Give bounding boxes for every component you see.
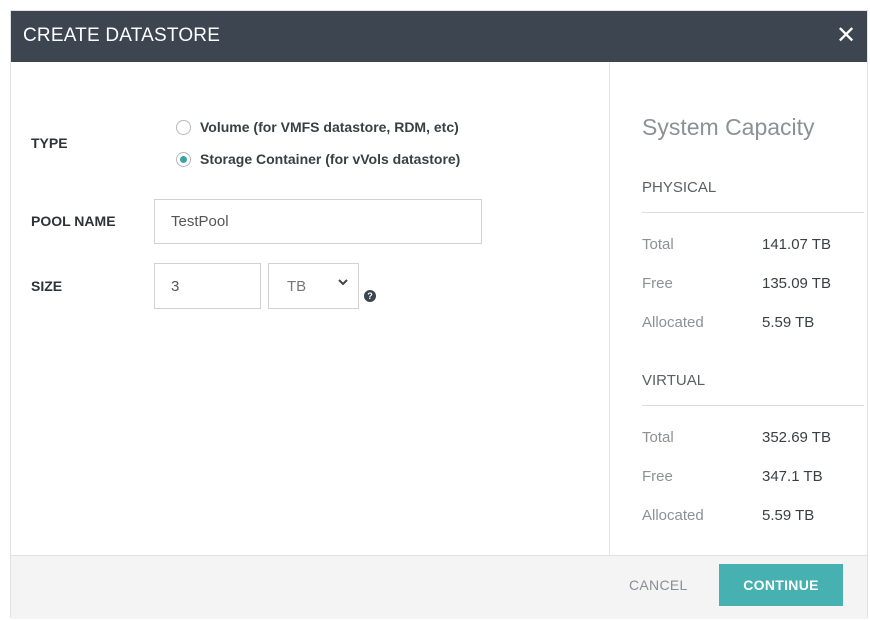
radio-option-storage-container[interactable]: Storage Container (for vVols datastore) — [176, 151, 460, 167]
size-value: 3 — [171, 277, 180, 295]
radio-storage-container[interactable] — [176, 151, 191, 167]
dialog-footer: CANCEL CONTINUE — [11, 555, 867, 619]
virtual-free-value: 347.1 TB — [762, 468, 823, 485]
help-icon[interactable]: ? — [364, 290, 376, 302]
cancel-button[interactable]: CANCEL — [629, 577, 688, 593]
pool-name-value: TestPool — [171, 213, 229, 230]
form-pane: TYPE Volume (for VMFS datastore, RDM, et… — [11, 62, 609, 555]
size-label: SIZE — [31, 278, 63, 294]
radio-volume[interactable] — [176, 119, 191, 135]
continue-button[interactable]: CONTINUE — [719, 564, 843, 606]
type-label: TYPE — [31, 135, 68, 151]
virtual-divider — [642, 405, 864, 406]
chevron-down-icon — [338, 279, 348, 286]
physical-allocated-value: 5.59 TB — [762, 314, 815, 331]
physical-free-value: 135.09 TB — [762, 275, 831, 292]
size-unit-value: TB — [287, 278, 307, 295]
radio-option-volume[interactable]: Volume (for VMFS datastore, RDM, etc) — [176, 119, 459, 135]
capacity-title: System Capacity — [642, 114, 815, 140]
radio-storage-container-label: Storage Container (for vVols datastore) — [200, 151, 461, 167]
physical-free-label: Free — [642, 275, 673, 292]
virtual-allocated-value: 5.59 TB — [762, 507, 815, 524]
physical-heading: PHYSICAL — [642, 179, 717, 196]
virtual-free-label: Free — [642, 468, 673, 485]
virtual-allocated-label: Allocated — [642, 507, 704, 524]
radio-volume-label: Volume (for VMFS datastore, RDM, etc) — [200, 119, 459, 135]
physical-allocated-label: Allocated — [642, 314, 704, 331]
pool-name-label: POOL NAME — [31, 213, 116, 229]
size-unit-select[interactable]: TB — [268, 263, 359, 309]
size-input[interactable]: 3 — [154, 263, 261, 309]
system-capacity-panel: System Capacity PHYSICAL Total 141.07 TB… — [609, 62, 867, 555]
create-datastore-dialog: CREATE DATASTORE ✕ TYPE Volume (for VMFS… — [10, 10, 868, 619]
close-icon[interactable]: ✕ — [831, 20, 861, 50]
physical-total-label: Total — [642, 236, 674, 253]
virtual-heading: VIRTUAL — [642, 372, 706, 389]
virtual-total-value: 352.69 TB — [762, 429, 831, 446]
physical-divider — [642, 212, 864, 213]
dialog-titlebar: CREATE DATASTORE ✕ — [11, 11, 867, 62]
physical-total-value: 141.07 TB — [762, 236, 831, 253]
dialog-title: CREATE DATASTORE — [23, 25, 221, 46]
virtual-total-label: Total — [642, 429, 674, 446]
pool-name-input[interactable]: TestPool — [154, 199, 482, 244]
